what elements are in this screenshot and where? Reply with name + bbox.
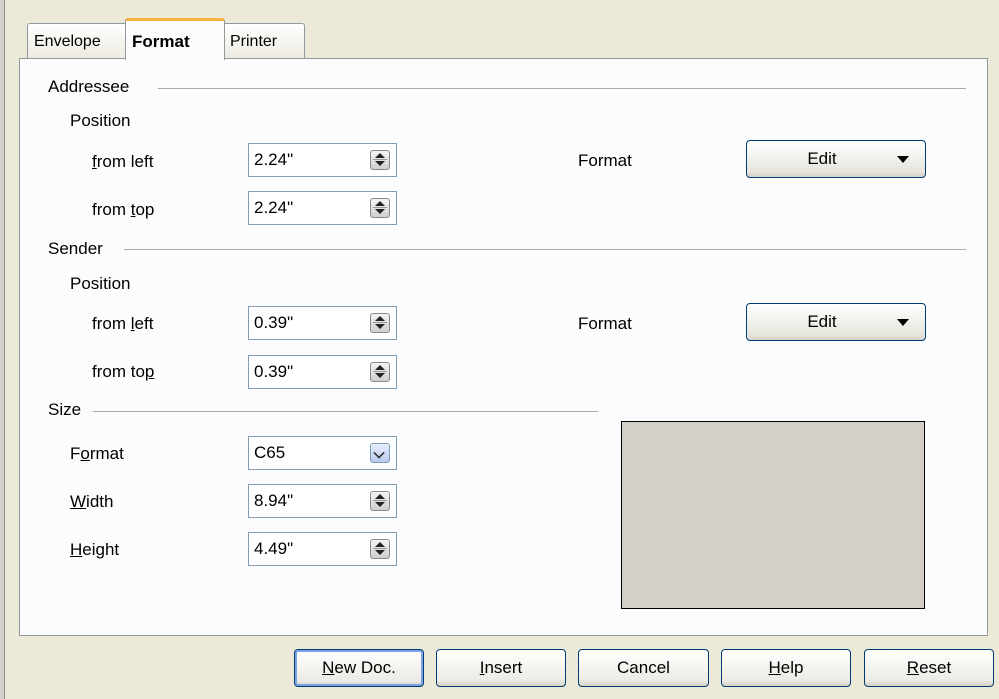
tab-printer-label: Printer [230, 33, 278, 50]
spin-up-down-icon[interactable] [370, 362, 390, 382]
sender-from-top-value[interactable]: 0.39" [254, 356, 293, 388]
addressee-position-label: Position [70, 111, 131, 130]
size-height-label: Height [70, 540, 120, 559]
spin-up-down-icon[interactable] [370, 198, 390, 218]
size-format-value[interactable]: C65 [254, 437, 285, 469]
size-divider [93, 411, 598, 412]
chevron-down-icon[interactable] [370, 443, 390, 463]
tab-envelope[interactable]: Envelope [27, 23, 129, 59]
sender-edit-label: Edit [807, 312, 837, 331]
sender-from-left-value[interactable]: 0.39" [254, 307, 293, 339]
help-button[interactable]: Help [721, 649, 851, 687]
size-height-spinbox[interactable]: 4.49" [248, 532, 397, 566]
tab-format[interactable]: Format [125, 18, 225, 60]
sender-from-top-spinbox[interactable]: 0.39" [248, 355, 397, 389]
insert-button[interactable]: Insert [436, 649, 566, 687]
sender-from-top-label: from top [92, 362, 155, 381]
addressee-from-left-spinbox[interactable]: 2.24" [248, 143, 397, 177]
sender-from-left-label: from left [92, 314, 154, 333]
sender-heading: Sender [48, 239, 103, 258]
addressee-divider [158, 88, 966, 89]
addressee-heading: Addressee [48, 77, 130, 96]
spin-up-down-icon[interactable] [370, 313, 390, 333]
addressee-edit-menu-button[interactable]: Edit [746, 140, 926, 178]
addressee-from-top-label: from top [92, 200, 155, 219]
envelope-preview [621, 421, 925, 609]
spin-up-down-icon[interactable] [370, 150, 390, 170]
reset-button[interactable]: Reset [864, 649, 994, 687]
addressee-from-top-spinbox[interactable]: 2.24" [248, 191, 397, 225]
size-heading: Size [48, 400, 82, 419]
spin-up-down-icon[interactable] [370, 491, 390, 511]
dropdown-arrow-icon [897, 156, 909, 163]
tab-printer[interactable]: Printer [223, 23, 305, 59]
sender-position-label: Position [70, 274, 131, 293]
size-format-label: Format [70, 444, 124, 463]
size-width-label: Width [70, 492, 114, 511]
addressee-format-label: Format [578, 151, 632, 170]
size-width-spinbox[interactable]: 8.94" [248, 484, 397, 518]
new-doc-button[interactable]: New Doc. [294, 649, 424, 687]
cancel-button[interactable]: Cancel [578, 649, 709, 687]
sender-from-left-spinbox[interactable]: 0.39" [248, 306, 397, 340]
addressee-from-top-value[interactable]: 2.24" [254, 192, 293, 224]
addressee-edit-label: Edit [807, 149, 837, 168]
size-width-value[interactable]: 8.94" [254, 485, 293, 517]
size-height-value[interactable]: 4.49" [254, 533, 293, 565]
tab-envelope-label: Envelope [34, 33, 101, 50]
size-format-select[interactable]: C65 [248, 436, 397, 470]
dropdown-arrow-icon [897, 319, 909, 326]
sender-divider [124, 249, 966, 250]
sender-format-label: Format [578, 314, 632, 333]
tab-format-label: Format [132, 32, 190, 51]
addressee-from-left-label: from left [92, 152, 154, 171]
window-frame [0, 0, 5, 699]
spin-up-down-icon[interactable] [370, 539, 390, 559]
sender-edit-menu-button[interactable]: Edit [746, 303, 926, 341]
addressee-from-left-value[interactable]: 2.24" [254, 144, 293, 176]
